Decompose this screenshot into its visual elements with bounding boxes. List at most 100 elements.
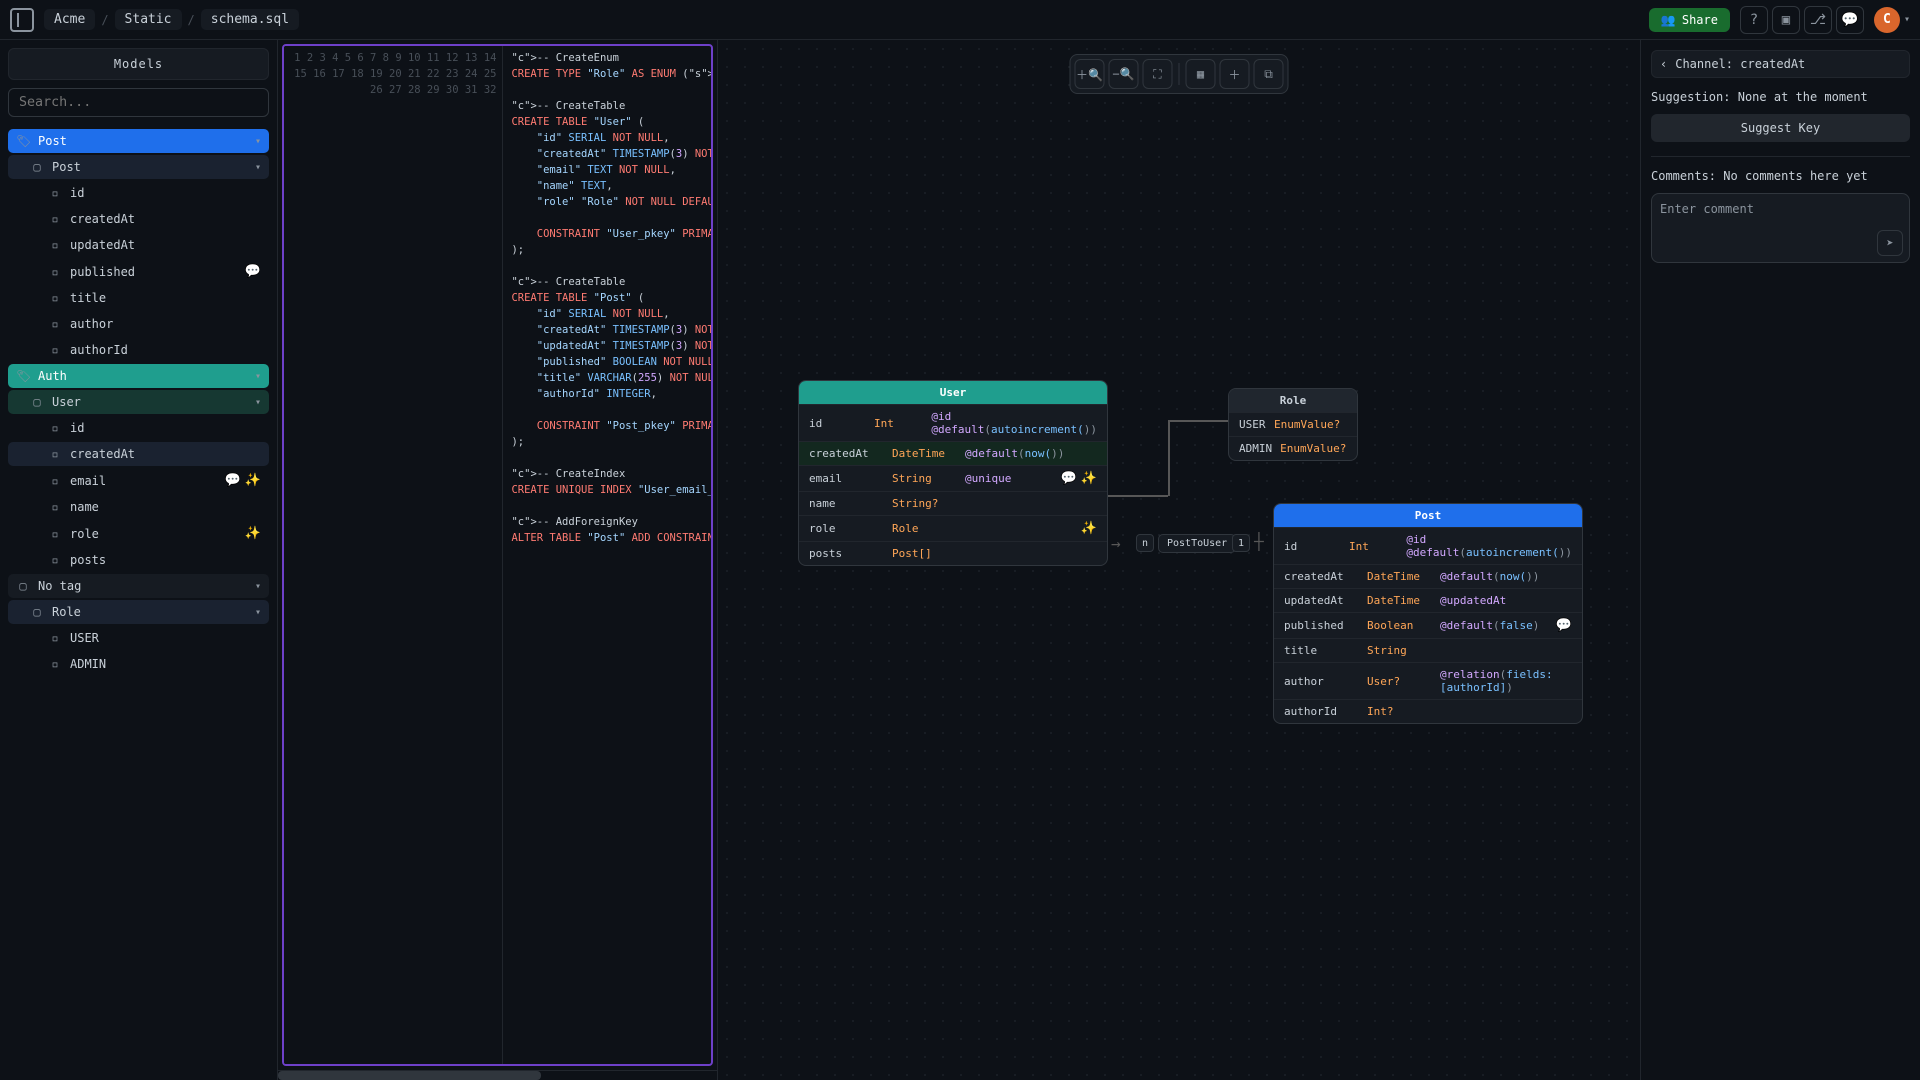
tag-label: No tag [38,579,81,593]
folder-icon: ▢ [30,395,44,409]
tag-none[interactable]: ▢ No tag ▾ [8,574,269,598]
comments-value: No comments here yet [1723,169,1868,183]
model-tree: 🏷 Post ▾ ▢ Post ▾ ▫id ▫createdAt ▫ update… [8,129,269,676]
topbar: Acme / Static / schema.sql 👥 Share ? ▣ ⎇… [0,0,1920,40]
col-name: name [809,497,884,510]
field-label: updatedAt [70,238,135,252]
field-post-authorid[interactable]: ▫authorId [8,338,269,362]
table-row[interactable]: createdAtDateTime@default(now()) [1274,564,1582,588]
comments-line: Comments: No comments here yet [1651,169,1910,183]
field-icon: ▫ [48,474,62,488]
col-attr: @updatedAt [1440,594,1572,607]
field-post-id[interactable]: ▫id [8,181,269,205]
layout-button[interactable]: ▣ [1772,6,1800,34]
field-user-createdat[interactable]: ▫createdAt [8,442,269,466]
relation-pill[interactable]: PostToUser [1158,534,1236,553]
app-logo[interactable] [10,8,34,32]
suggestion-label: Suggestion: [1651,90,1730,104]
field-post-title[interactable]: ▫title [8,286,269,310]
table-row[interactable]: publishedBoolean@default(false)💬 [1274,612,1582,638]
col-type: DateTime [1367,594,1432,607]
model-label: Role [52,605,81,619]
col-type: EnumValue? [1280,442,1345,455]
card-header: Role [1229,389,1357,412]
field-icon: ▫ [48,421,62,435]
field-user-role[interactable]: ▫role✨ [8,521,269,546]
help-button[interactable]: ? [1740,6,1768,34]
comments-block: Comments: No comments here yet Enter com… [1651,169,1910,263]
chevron-left-icon[interactable]: ‹ [1660,57,1667,71]
canvas-toolbar: ＋🔍 −🔍 ⛶ ▦ ＋ ⧉ [1070,54,1289,94]
table-row[interactable]: postsPost[] [799,541,1107,565]
copy-button[interactable]: ⧉ [1254,59,1284,89]
comment-icon: 💬 [1061,471,1077,486]
comment-input[interactable]: Enter comment ➤ [1651,193,1910,263]
table-row[interactable]: authorUser?@relation(fields:[authorId]) [1274,662,1582,699]
crumb-org[interactable]: Acme [44,9,95,30]
card-role[interactable]: Role USEREnumValue?ADMINEnumValue? [1228,388,1358,461]
fit-button[interactable]: ⛶ [1143,59,1173,89]
sql-editor[interactable]: 1 2 3 4 5 6 7 8 9 10 11 12 13 14 15 16 1… [282,44,713,1066]
field-icon: ▫ [48,500,62,514]
field-user-id[interactable]: ▫id [8,416,269,440]
chevron-down-icon: ▾ [255,136,261,147]
field-post-author[interactable]: ▫author [8,312,269,336]
table-row[interactable]: USEREnumValue? [1229,412,1357,436]
folder-icon: ▢ [30,605,44,619]
zoom-out-icon: −🔍 [1112,67,1134,81]
crumb-project[interactable]: Static [115,9,182,30]
model-role[interactable]: ▢ Role ▾ [8,600,269,624]
models-panel: Models 🏷 Post ▾ ▢ Post ▾ ▫id ▫createdAt … [0,40,278,1080]
table-row[interactable]: name String? [799,491,1107,515]
enum-role-admin[interactable]: ▫ADMIN [8,652,269,676]
table-row[interactable]: updatedAtDateTime@updatedAt [1274,588,1582,612]
erd-canvas[interactable]: ＋🔍 −🔍 ⛶ ▦ ＋ ⧉ User idInt@id @default(aut… [718,40,1640,1080]
branch-button[interactable]: ⎇ [1804,6,1832,34]
model-label: User [52,395,81,409]
field-user-email[interactable]: ▫email💬✨ [8,468,269,493]
sql-panel: 1 2 3 4 5 6 7 8 9 10 11 12 13 14 15 16 1… [278,40,718,1080]
enum-role-user[interactable]: ▫USER [8,626,269,650]
crumb-file[interactable]: schema.sql [201,9,299,30]
comments-button[interactable]: 💬 [1836,6,1864,34]
col-name: email [809,472,884,485]
relation-end-label: n [1142,538,1148,549]
zoom-in-button[interactable]: ＋🔍 [1075,59,1105,89]
add-button[interactable]: ＋ [1220,59,1250,89]
share-button[interactable]: 👥 Share [1649,8,1730,32]
table-row[interactable]: titleString [1274,638,1582,662]
sql-body[interactable]: "c">-- CreateEnum CREATE TYPE "Role" AS … [503,46,711,1064]
table-row[interactable]: idInt@id @default(autoincrement()) [799,404,1107,441]
search-input[interactable] [8,88,269,117]
field-user-posts[interactable]: ▫posts [8,548,269,572]
card-post[interactable]: Post idInt@id @default(autoincrement())c… [1273,503,1583,724]
field-icon: ▫ [48,238,62,252]
col-type: String? [892,497,957,510]
table-row[interactable]: authorIdInt? [1274,699,1582,723]
field-icon: ▫ [48,265,62,279]
field-user-name[interactable]: ▫name [8,495,269,519]
card-user[interactable]: User idInt@id @default(autoincrement())c… [798,380,1108,566]
table-row[interactable]: emailString@unique💬✨ [799,465,1107,491]
col-type: Int [874,417,923,430]
suggestion-line: Suggestion: None at the moment [1651,90,1910,104]
table-row[interactable]: idInt@id @default(autoincrement()) [1274,527,1582,564]
tag-post[interactable]: 🏷 Post ▾ [8,129,269,153]
horizontal-scrollbar[interactable] [278,1070,717,1080]
field-post-published[interactable]: ▫published💬 [8,259,269,284]
tag-auth[interactable]: 🏷 Auth ▾ [8,364,269,388]
model-post[interactable]: ▢ Post ▾ [8,155,269,179]
table-row[interactable]: roleRole✨ [799,515,1107,541]
table-row[interactable]: createdAtDateTime@default(now()) [799,441,1107,465]
col-attr: @default(now()) [965,447,1097,460]
avatar[interactable]: C [1874,7,1900,33]
field-post-updatedat[interactable]: ▫ updatedAt [8,233,269,257]
chevron-down-icon[interactable]: ▾ [1904,14,1910,25]
suggest-key-button[interactable]: Suggest Key [1651,114,1910,142]
send-button[interactable]: ➤ [1877,230,1903,256]
table-row[interactable]: ADMINEnumValue? [1229,436,1357,460]
grid-button[interactable]: ▦ [1186,59,1216,89]
field-post-createdat[interactable]: ▫createdAt [8,207,269,231]
zoom-out-button[interactable]: −🔍 [1109,59,1139,89]
model-user[interactable]: ▢ User ▾ [8,390,269,414]
